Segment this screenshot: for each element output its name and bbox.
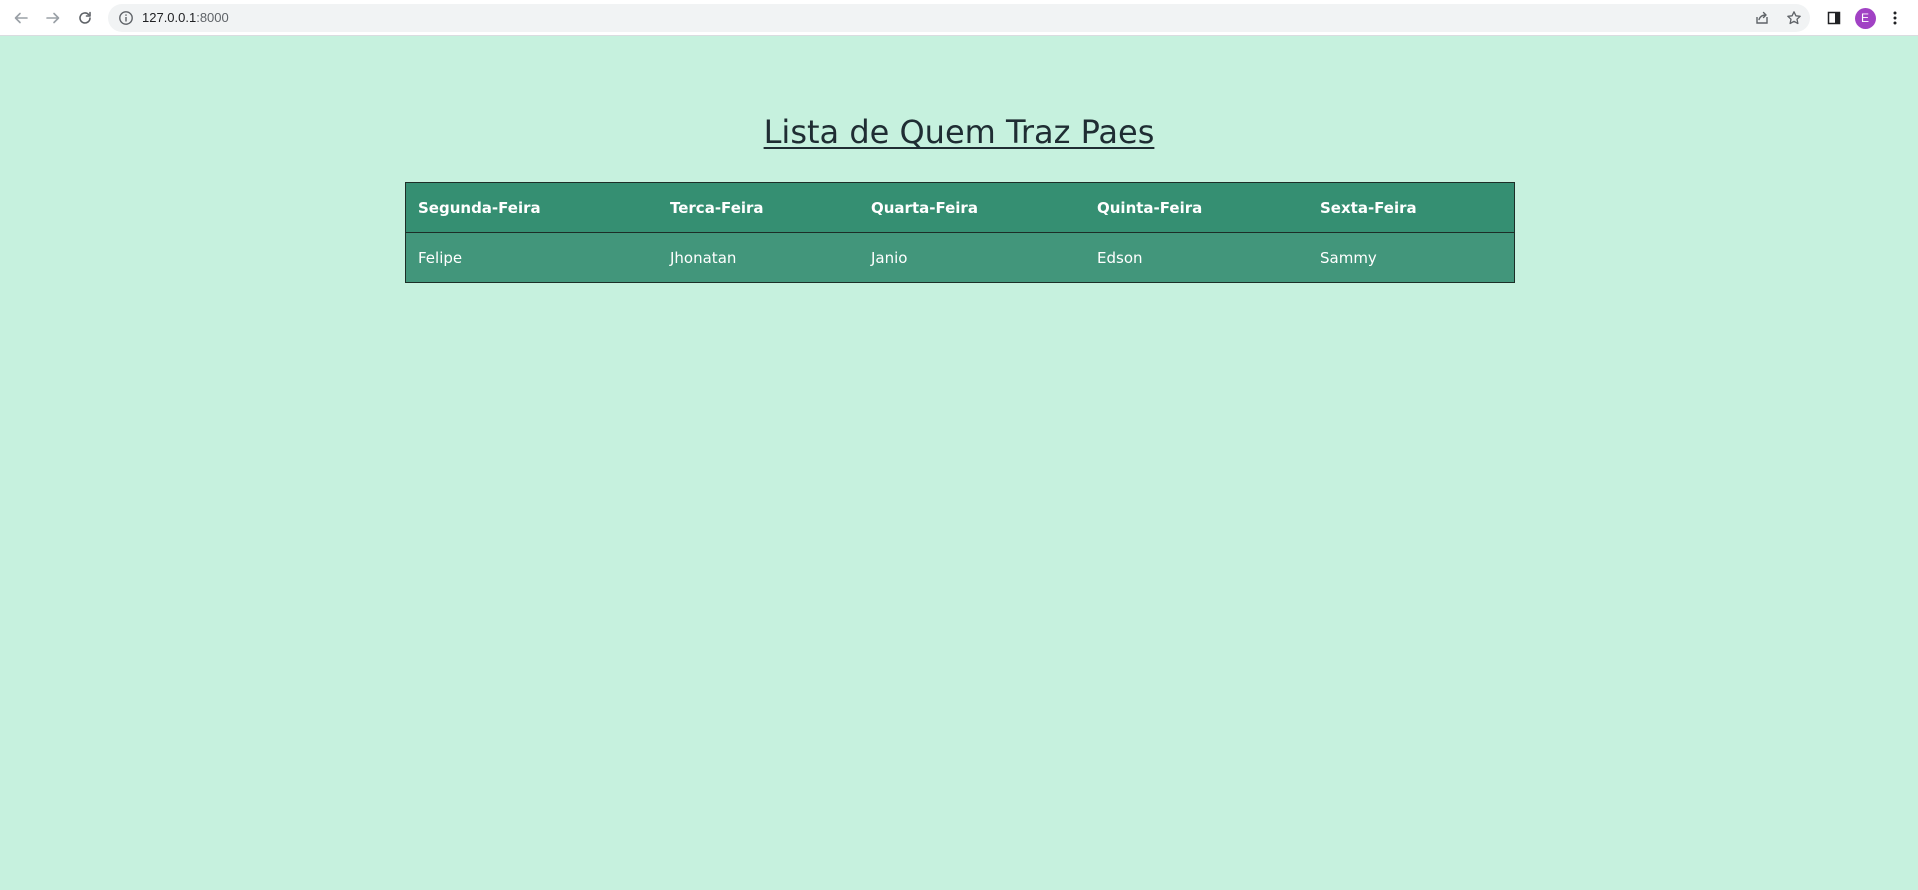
share-icon[interactable] <box>1754 10 1770 26</box>
table-cell-tuesday: Jhonatan <box>670 248 737 267</box>
table-row: Felipe Jhonatan Janio Edson Sammy <box>405 232 1515 283</box>
column-header-monday: Segunda-Feira <box>418 198 541 217</box>
forward-button[interactable] <box>40 5 66 31</box>
reload-button[interactable] <box>72 5 98 31</box>
column-header-friday: Sexta-Feira <box>1320 198 1417 217</box>
url-host: 127.0.0.1 <box>142 10 197 25</box>
table-cell-thursday: Edson <box>1097 248 1143 267</box>
schedule-table: Segunda-Feira Terca-Feira Quarta-Feira Q… <box>405 182 1515 283</box>
side-panel-button[interactable] <box>1823 7 1845 29</box>
browser-toolbar: 127.0.0.1:8000 E <box>0 0 1918 36</box>
side-panel-icon <box>1827 11 1841 25</box>
column-header-tuesday: Terca-Feira <box>670 198 764 217</box>
info-icon[interactable] <box>118 10 134 26</box>
arrow-left-icon <box>14 12 28 24</box>
table-header-row: Segunda-Feira Terca-Feira Quarta-Feira Q… <box>405 182 1515 233</box>
url-port: :8000 <box>196 10 229 25</box>
address-bar[interactable]: 127.0.0.1:8000 <box>108 4 1810 32</box>
back-button[interactable] <box>8 5 34 31</box>
table-cell-monday: Felipe <box>418 248 463 267</box>
reload-icon <box>79 11 91 24</box>
profile-button[interactable]: E <box>1854 7 1876 29</box>
url-text[interactable]: 127.0.0.1:8000 <box>142 10 229 26</box>
menu-button[interactable] <box>1884 7 1906 29</box>
table-cell-friday: Sammy <box>1320 248 1377 267</box>
page-title: Lista de Quem Traz Paes <box>763 113 1155 151</box>
arrow-right-icon <box>46 12 60 24</box>
star-icon[interactable] <box>1786 10 1802 26</box>
kebab-menu-icon <box>1893 11 1897 25</box>
column-header-thursday: Quinta-Feira <box>1097 198 1203 217</box>
avatar: E <box>1854 7 1876 29</box>
column-header-wednesday: Quarta-Feira <box>871 198 978 217</box>
table-cell-wednesday: Janio <box>871 248 908 267</box>
